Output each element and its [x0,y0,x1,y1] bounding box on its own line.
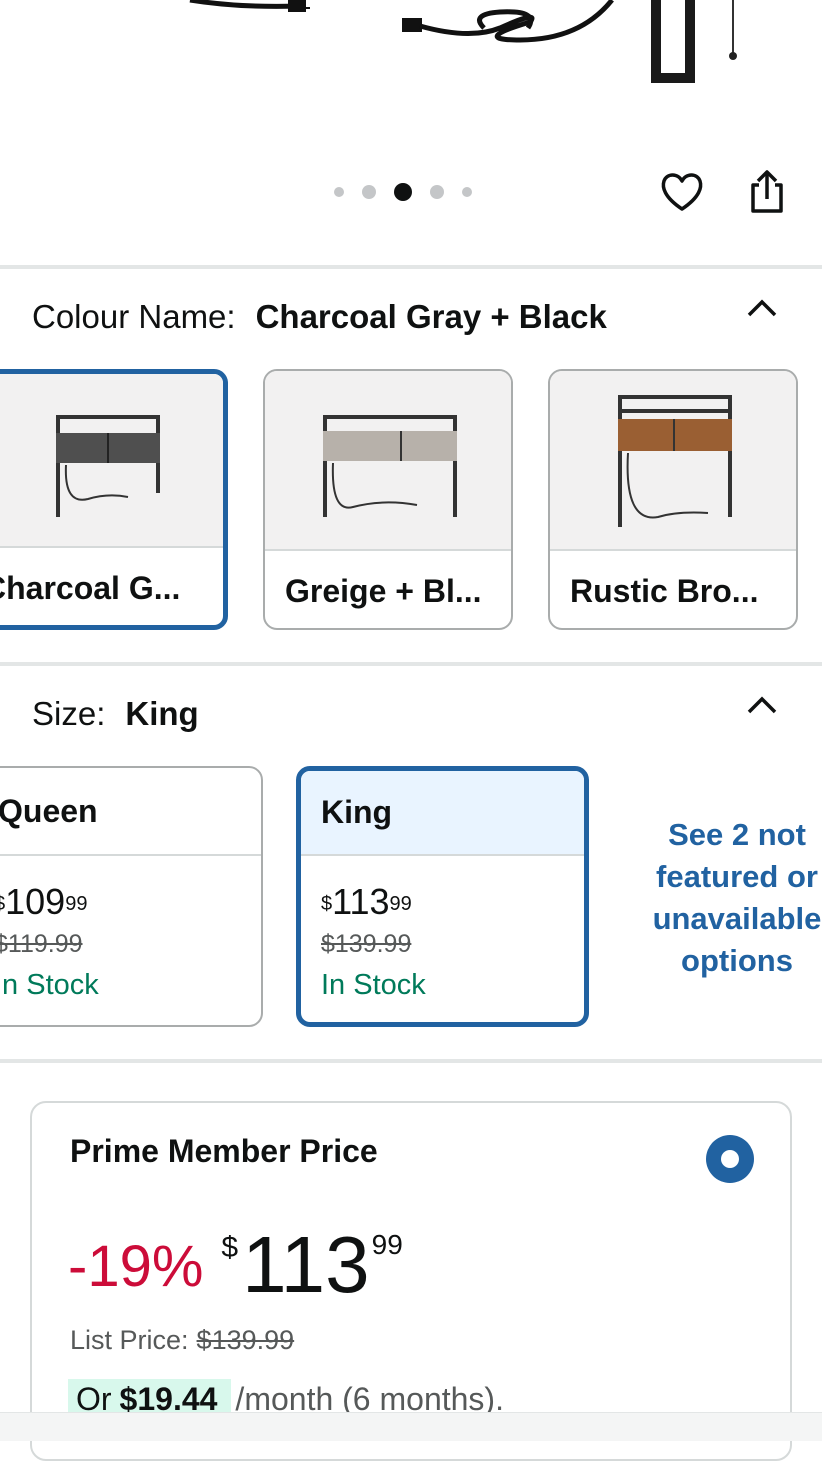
colour-value: Charcoal Gray + Black [255,298,607,335]
size-label: Size: [32,695,106,732]
prime-price-radio[interactable] [706,1135,754,1183]
prime-price-title: Prime Member Price [70,1133,378,1169]
colour-option-greige[interactable]: Greige + Bl... [263,369,513,630]
price-fraction: 99 [371,1229,403,1260]
image-carousel-indicator[interactable] [334,181,472,203]
colour-option-charcoal[interactable]: Charcoal G... [0,369,228,630]
colour-option-image [0,374,223,548]
prime-price: -19% $ 113 99 [68,1225,403,1305]
size-option-stock: In Stock [321,969,426,1001]
size-option-list-price: $139.99 [321,930,412,958]
size-option-stock: In Stock [0,969,99,1001]
product-image[interactable] [0,0,822,160]
colour-option-image [265,371,511,551]
colour-option-label: Rustic Bro... [570,572,759,609]
list-price: List Price: $139.99 [70,1325,295,1355]
section-divider [0,662,822,666]
share-icon [751,170,783,213]
colour-name-heading: Colour Name: Charcoal Gray + Black [32,298,607,336]
see-unavailable-options-link[interactable]: See 2 not featured or unavailable option… [622,814,822,982]
share-button[interactable] [743,168,791,216]
size-option-name: King [301,771,584,856]
size-option-price: $10999 [0,881,88,922]
carousel-dot[interactable] [334,187,344,197]
size-collapse-button[interactable] [740,683,784,727]
colour-collapse-button[interactable] [740,286,784,330]
colour-option-rustic[interactable]: Rustic Bro... [548,369,798,630]
carousel-dot[interactable] [462,187,472,197]
carousel-dot-active[interactable] [394,183,412,201]
colour-option-image [550,371,796,551]
size-option-queen[interactable]: Queen $10999 $119.99 In Stock [0,766,263,1027]
size-option-price: $11399 [321,881,412,922]
size-value: King [125,695,199,732]
prime-price-option[interactable]: Prime Member Price -19% $ 113 99 List Pr… [30,1101,792,1461]
discount-percent: -19% [68,1234,204,1299]
size-option-list-price: $119.99 [0,930,83,958]
bottom-bar [0,1412,822,1441]
size-option-name: Queen [0,768,261,856]
colour-label: Colour Name: [32,298,236,335]
size-heading: Size: King [32,695,199,733]
price-currency: $ [221,1231,239,1264]
wishlist-button[interactable] [658,168,706,216]
heart-icon [661,173,703,211]
chevron-up-icon [747,696,777,714]
colour-option-label: Greige + Bl... [285,572,482,609]
section-divider [0,1059,822,1063]
section-divider [0,265,822,269]
carousel-dot[interactable] [430,185,444,199]
carousel-dot[interactable] [362,185,376,199]
colour-option-label: Charcoal G... [0,569,181,606]
price-whole: 113 [242,1220,370,1309]
size-option-king[interactable]: King $11399 $139.99 In Stock [296,766,589,1027]
chevron-up-icon [747,299,777,317]
